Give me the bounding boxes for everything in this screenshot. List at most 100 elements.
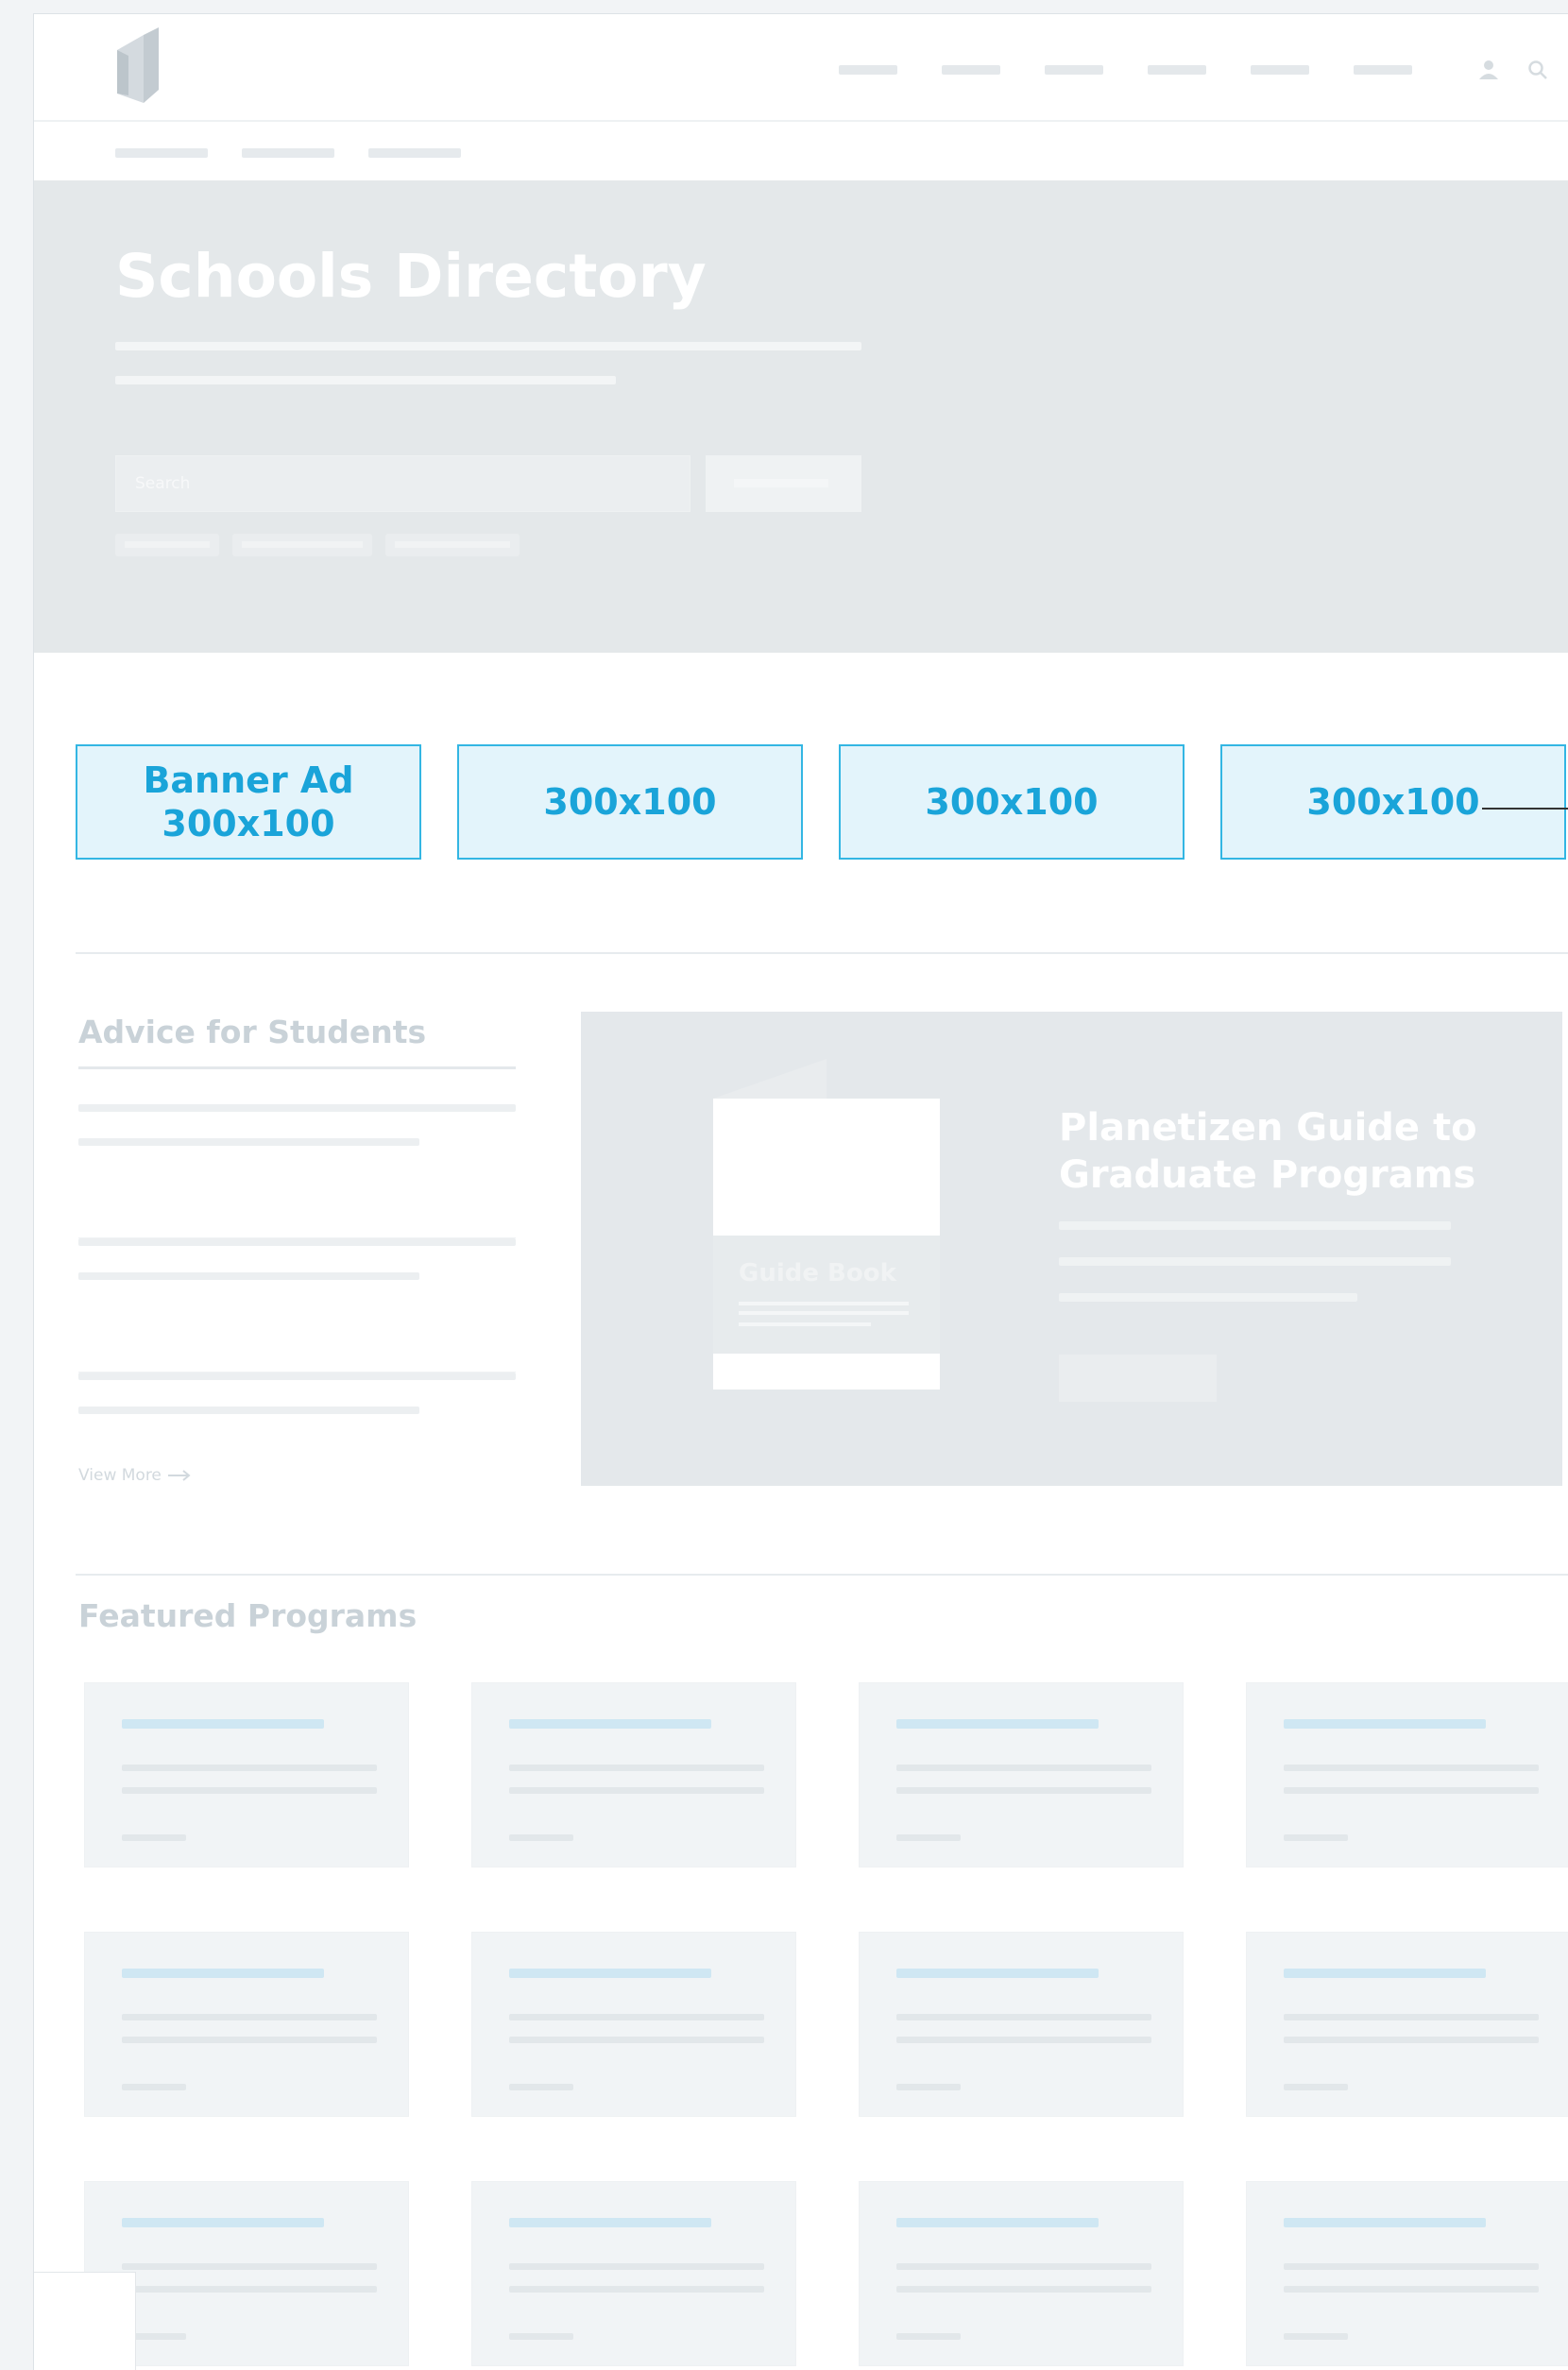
advice-article[interactable] xyxy=(78,1373,516,1507)
banner-ad[interactable]: 300x100 xyxy=(457,744,803,860)
advice-list xyxy=(78,1104,516,1507)
site-logo[interactable] xyxy=(115,27,159,109)
program-title-line xyxy=(896,1969,1099,1978)
guide-title: Planetizen Guide to Graduate Programs xyxy=(1059,1104,1550,1199)
article-title-line xyxy=(78,1138,419,1146)
program-card[interactable] xyxy=(84,1682,409,1867)
program-card[interactable] xyxy=(471,2181,796,2366)
view-more-label: View More xyxy=(78,1466,162,1485)
program-card[interactable] xyxy=(859,1682,1184,1867)
program-meta-line xyxy=(509,1834,573,1841)
filter-tag[interactable] xyxy=(115,534,219,556)
program-title-line xyxy=(122,1719,324,1729)
breadcrumb-item[interactable] xyxy=(242,148,334,158)
program-title-line xyxy=(896,1719,1099,1729)
program-text-line xyxy=(1284,2037,1539,2043)
advice-article[interactable] xyxy=(78,1238,516,1373)
filter-tag[interactable] xyxy=(385,534,520,556)
article-title-line xyxy=(78,1373,516,1380)
annotation-pointer-line xyxy=(1482,808,1568,810)
program-text-line xyxy=(122,2037,377,2043)
ad-size: 300x100 xyxy=(543,781,717,823)
program-meta-line xyxy=(896,1834,961,1841)
search-input[interactable]: Search xyxy=(115,455,690,512)
section-divider xyxy=(76,952,1568,954)
program-title-line xyxy=(122,1969,324,1978)
program-card[interactable] xyxy=(859,1932,1184,2117)
program-meta-line xyxy=(122,1834,186,1841)
filter-tag[interactable] xyxy=(232,534,372,556)
program-meta-line xyxy=(1284,2084,1348,2090)
guide-description-line xyxy=(1059,1221,1451,1230)
program-meta-line xyxy=(509,2333,573,2340)
nav-item[interactable] xyxy=(1354,65,1412,75)
program-text-line xyxy=(122,2014,377,2020)
program-title-line xyxy=(896,2218,1099,2227)
article-title-line xyxy=(78,1272,419,1280)
program-title-line xyxy=(509,1719,711,1729)
program-text-line xyxy=(896,1765,1151,1771)
guide-promo[interactable]: Guide Book Planetizen Guide to Graduate … xyxy=(581,1012,1562,1486)
program-text-line xyxy=(1284,1765,1539,1771)
program-meta-line xyxy=(1284,2333,1348,2340)
ad-label: Banner Ad xyxy=(143,759,354,801)
hero-description-line xyxy=(115,342,861,350)
breadcrumb xyxy=(115,148,461,158)
page-title: Schools Directory xyxy=(115,242,707,311)
program-text-line xyxy=(509,1787,764,1794)
main-nav xyxy=(839,65,1412,75)
program-meta-line xyxy=(896,2084,961,2090)
breadcrumb-item[interactable] xyxy=(368,148,461,158)
program-card[interactable] xyxy=(84,1932,409,2117)
ad-size: 300x100 xyxy=(162,803,335,844)
program-text-line xyxy=(896,2037,1151,2043)
program-text-line xyxy=(509,2263,764,2270)
nav-item[interactable] xyxy=(1148,65,1206,75)
banner-ad[interactable]: 300x100 xyxy=(839,744,1185,860)
program-card[interactable] xyxy=(859,2181,1184,2366)
guide-title-line: Graduate Programs xyxy=(1059,1153,1476,1197)
program-meta-line xyxy=(509,2084,573,2090)
program-text-line xyxy=(509,2286,764,2293)
program-card[interactable] xyxy=(1246,2181,1568,2366)
hero-description-line xyxy=(115,376,616,384)
book-label: Guide Book xyxy=(739,1259,896,1287)
arrow-right-icon xyxy=(167,1470,191,1481)
program-text-line xyxy=(896,2263,1151,2270)
program-text-line xyxy=(122,1787,377,1794)
program-card[interactable] xyxy=(471,1932,796,2117)
banner-ad[interactable]: Banner Ad 300x100 xyxy=(76,744,421,860)
program-meta-line xyxy=(122,2084,186,2090)
book-cover-band: Guide Book xyxy=(713,1236,940,1354)
nav-item[interactable] xyxy=(839,65,897,75)
advice-article[interactable] xyxy=(78,1104,516,1238)
program-text-line xyxy=(896,1787,1151,1794)
search-button[interactable] xyxy=(706,455,861,512)
view-more-link[interactable]: View More xyxy=(78,1466,192,1485)
guide-description-line xyxy=(1059,1293,1357,1302)
program-card[interactable] xyxy=(1246,1932,1568,2117)
program-card[interactable] xyxy=(471,1682,796,1867)
guide-cta-button[interactable] xyxy=(1059,1355,1217,1402)
user-icon[interactable] xyxy=(1477,59,1500,81)
advice-title-underline xyxy=(78,1066,516,1069)
guide-title-line: Planetizen Guide to xyxy=(1059,1106,1477,1150)
program-title-line xyxy=(1284,1719,1486,1729)
nav-item[interactable] xyxy=(942,65,1000,75)
banner-ad[interactable]: 300x100 xyxy=(1220,744,1566,860)
page: Schools Directory Search Banner Ad 300x1… xyxy=(33,13,1568,2370)
program-text-line xyxy=(896,2286,1151,2293)
program-text-line xyxy=(509,2037,764,2043)
breadcrumb-item[interactable] xyxy=(115,148,208,158)
featured-section-title: Featured Programs xyxy=(78,1597,418,1634)
program-title-line xyxy=(509,2218,711,2227)
program-text-line xyxy=(509,1765,764,1771)
nav-item[interactable] xyxy=(1251,65,1309,75)
program-text-line xyxy=(1284,1787,1539,1794)
book-line xyxy=(739,1302,909,1305)
program-title-line xyxy=(509,1969,711,1978)
program-card[interactable] xyxy=(1246,1682,1568,1867)
search-icon[interactable] xyxy=(1526,59,1549,81)
nav-item[interactable] xyxy=(1045,65,1103,75)
article-title-line xyxy=(78,1238,516,1246)
